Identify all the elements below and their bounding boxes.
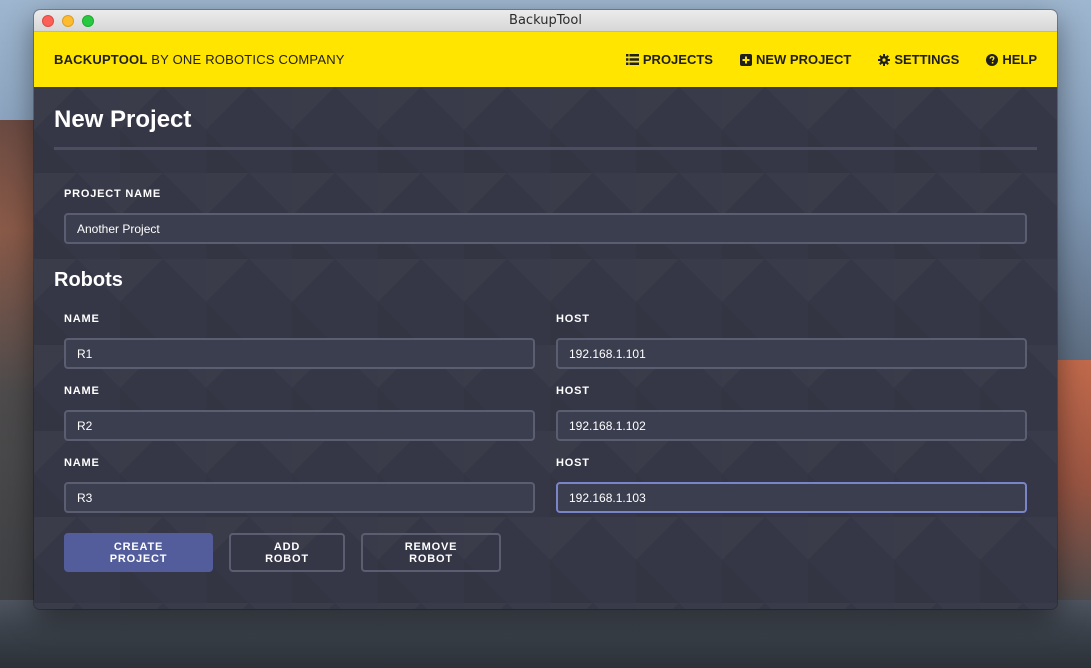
title-bar: BackupTool: [34, 10, 1057, 32]
question-circle-icon: [986, 53, 999, 66]
title-divider: [54, 147, 1037, 150]
nav-new-project-label: NEW PROJECT: [755, 52, 852, 67]
robot-name-group: NAME: [64, 457, 535, 513]
gear-icon: [878, 53, 891, 66]
robot-row: NAME HOST: [64, 385, 1027, 441]
robot-host-input[interactable]: [556, 410, 1027, 441]
robot-name-group: NAME: [64, 385, 535, 441]
nav-projects-label: PROJECTS: [642, 52, 713, 67]
robot-name-label: NAME: [64, 313, 100, 325]
brand-name: BACKUPTOOL: [54, 52, 148, 67]
robots-section-title: Robots: [54, 269, 123, 291]
app-window: BackupTool BACKUPTOOL BY ONE ROBOTICS CO…: [34, 10, 1057, 609]
robot-host-group: HOST: [556, 457, 1027, 513]
desktop-wallpaper-bottom: [0, 600, 1091, 668]
form-actions: CREATE PROJECT ADD ROBOT REMOVE ROBOT: [54, 533, 1037, 572]
project-name-input[interactable]: [64, 213, 1027, 244]
robot-name-input[interactable]: [64, 482, 535, 513]
robot-list: NAME HOST NAME HOST: [54, 313, 1037, 513]
robot-row: NAME HOST: [64, 457, 1027, 513]
brand: BACKUPTOOL BY ONE ROBOTICS COMPANY: [54, 52, 345, 67]
robot-host-input-focused[interactable]: [556, 482, 1027, 513]
project-name-group: PROJECT NAME: [54, 188, 1037, 244]
window-title: BackupTool: [509, 13, 582, 28]
close-window-button[interactable]: [42, 15, 54, 27]
nav-settings[interactable]: SETTINGS: [878, 52, 959, 67]
robot-row: NAME HOST: [64, 313, 1027, 369]
robot-name-label: NAME: [64, 385, 100, 397]
project-name-label: PROJECT NAME: [64, 188, 161, 200]
robot-name-label: NAME: [64, 457, 100, 469]
nav-help[interactable]: HELP: [986, 52, 1037, 67]
main-content: New Project PROJECT NAME Robots NAME HOS…: [34, 87, 1057, 609]
nav-projects[interactable]: PROJECTS: [625, 52, 713, 67]
page-title: New Project: [54, 106, 192, 133]
robot-host-input[interactable]: [556, 338, 1027, 369]
remove-robot-button[interactable]: REMOVE ROBOT: [361, 533, 501, 572]
plus-square-icon: [739, 53, 752, 66]
window-controls: [42, 15, 94, 27]
nav-links: PROJECTS NEW PROJECT SETTINGS HELP: [625, 52, 1037, 67]
nav-settings-label: SETTINGS: [894, 52, 960, 67]
robot-name-group: NAME: [64, 313, 535, 369]
minimize-window-button[interactable]: [62, 15, 74, 27]
top-navbar: BACKUPTOOL BY ONE ROBOTICS COMPANY PROJE…: [34, 32, 1057, 87]
create-project-button[interactable]: CREATE PROJECT: [64, 533, 213, 572]
robot-host-group: HOST: [556, 385, 1027, 441]
list-icon: [625, 54, 639, 65]
robot-name-input[interactable]: [64, 338, 535, 369]
robot-host-label: HOST: [556, 313, 590, 325]
robot-host-group: HOST: [556, 313, 1027, 369]
add-robot-button[interactable]: ADD ROBOT: [229, 533, 345, 572]
nav-new-project[interactable]: NEW PROJECT: [739, 52, 852, 67]
robot-name-input[interactable]: [64, 410, 535, 441]
nav-help-label: HELP: [1002, 52, 1037, 67]
robot-host-label: HOST: [556, 457, 590, 469]
brand-tagline: BY ONE ROBOTICS COMPANY: [151, 52, 345, 67]
robot-host-label: HOST: [556, 385, 590, 397]
maximize-window-button[interactable]: [82, 15, 94, 27]
